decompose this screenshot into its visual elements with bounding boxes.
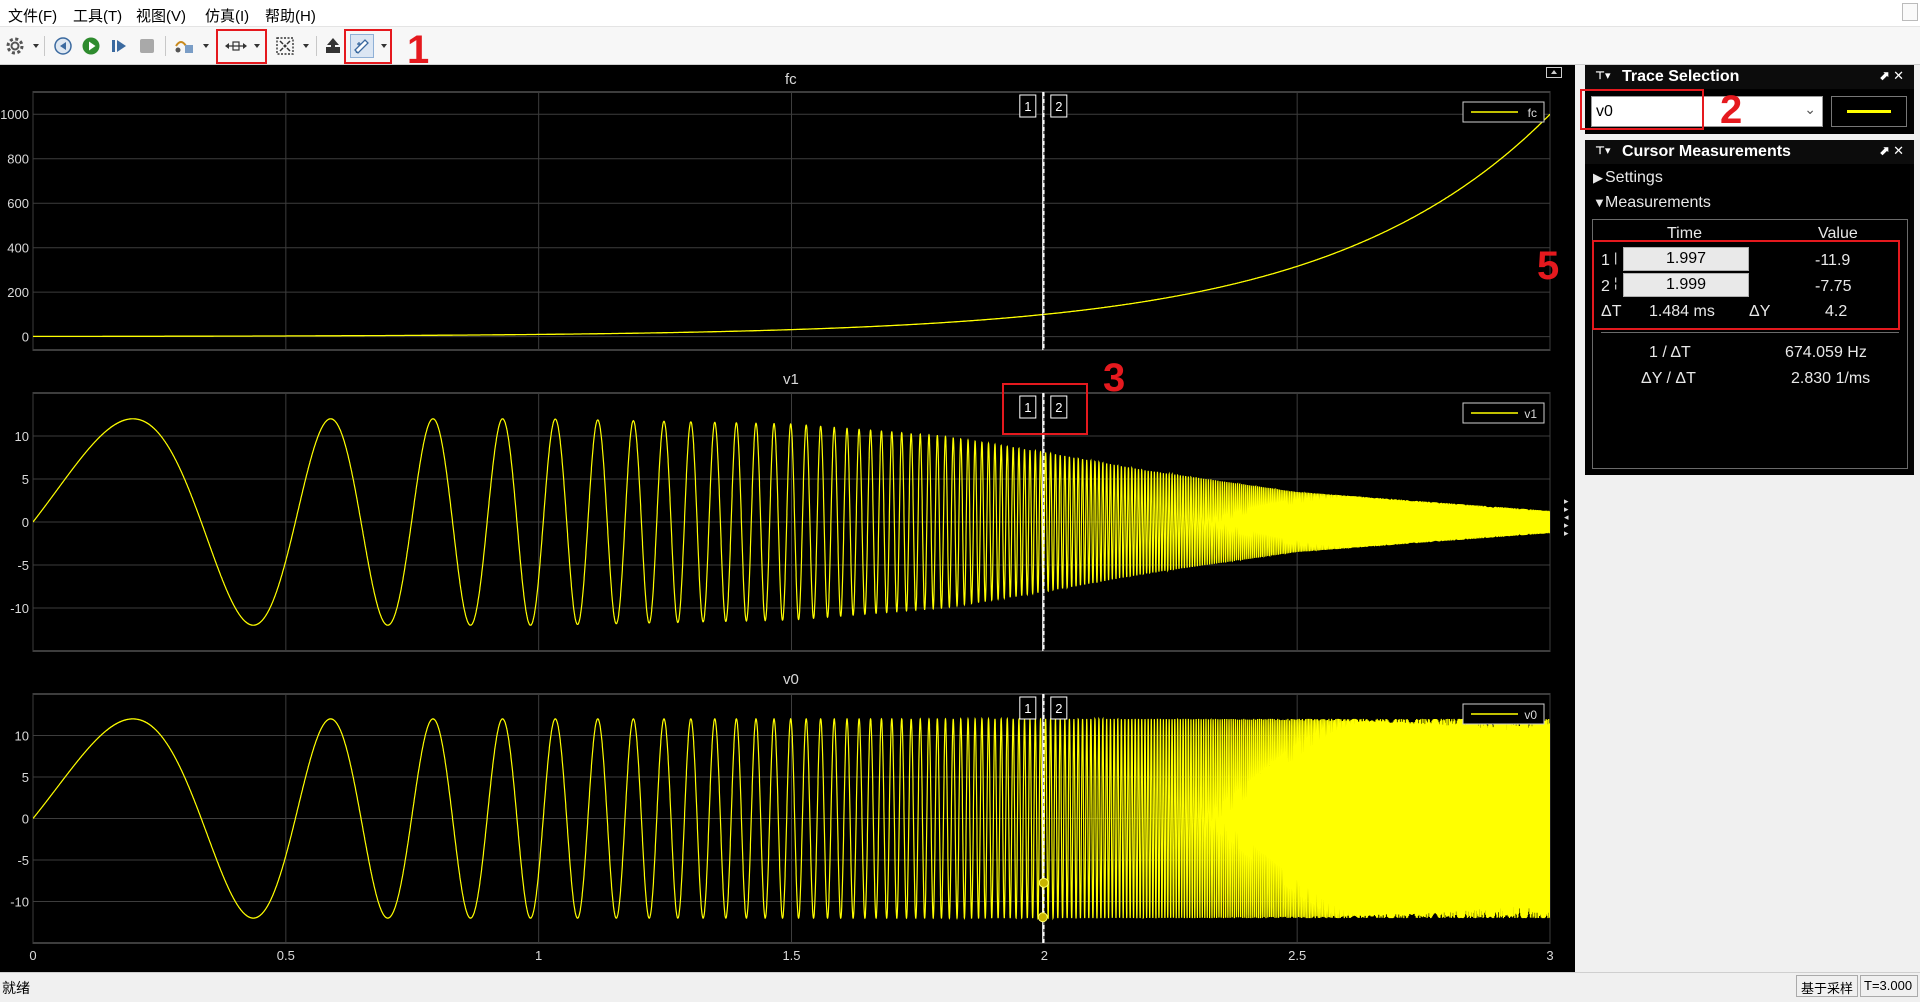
restore-icon[interactable] bbox=[322, 35, 344, 57]
pin-icon[interactable]: ⊤▾ bbox=[1595, 69, 1611, 82]
annotation-box-2 bbox=[1580, 89, 1704, 130]
annotation-label-5: 5 bbox=[1537, 244, 1560, 288]
y-tick-label: 400 bbox=[7, 241, 29, 256]
measurements-expander-icon[interactable]: ▼ bbox=[1593, 195, 1606, 210]
menu-tools[interactable]: 工具(T) bbox=[73, 5, 122, 26]
fit-dropdown-icon[interactable] bbox=[303, 44, 309, 48]
cursor-point-marker bbox=[1037, 912, 1048, 923]
trace-selection-title: Trace Selection bbox=[1622, 68, 1740, 85]
toolbar bbox=[0, 27, 1920, 65]
x-tick-label: 1.5 bbox=[782, 948, 800, 963]
y-tick-label: 5 bbox=[22, 472, 29, 487]
menu-view[interactable]: 视图(V) bbox=[136, 5, 186, 26]
y-tick-label: -5 bbox=[17, 853, 29, 868]
axes-title-v0: v0 bbox=[783, 671, 799, 688]
highlight-icon[interactable] bbox=[172, 35, 196, 57]
trace-selection-header: ⊤▾ Trace Selection ⬈ ✕ bbox=[1585, 65, 1914, 89]
x-tick-label: 1 bbox=[535, 948, 542, 963]
slope-value: 2.830 1/ms bbox=[1791, 370, 1871, 387]
scope-plots-canvas[interactable]: 020040060080010001 2 fc -10-505101 2 v1 -10-… bbox=[0, 65, 1575, 972]
fit-icon[interactable] bbox=[273, 35, 297, 57]
y-tick-label: 1000 bbox=[0, 107, 29, 122]
menu-help[interactable]: 帮助(H) bbox=[265, 5, 316, 26]
menu-bar: 文件(F) 工具(T) 视图(V) 仿真(I) 帮助(H) bbox=[0, 0, 1920, 27]
cursor-2-label: 2 bbox=[1055, 99, 1062, 114]
y-tick-label: -5 bbox=[17, 558, 29, 573]
y-tick-label: 0 bbox=[22, 515, 29, 530]
menu-simulation[interactable]: 仿真(I) bbox=[205, 5, 249, 26]
y-tick-label: 0 bbox=[22, 330, 29, 345]
annotation-box-1 bbox=[344, 29, 392, 64]
axes-title-fc: fc bbox=[785, 71, 797, 88]
annotation-box-5 bbox=[1592, 240, 1900, 330]
x-tick-label: 0 bbox=[29, 948, 36, 963]
cursor-1-label: 1 bbox=[1024, 701, 1031, 716]
status-bar: 就绪 基于采样 T=3.000 bbox=[0, 972, 1920, 1002]
cursor-point-marker bbox=[1038, 877, 1049, 888]
y-tick-label: 600 bbox=[7, 196, 29, 211]
inverse-delta-t-label: 1 / ΔT bbox=[1649, 344, 1691, 361]
axes-title-v1: v1 bbox=[783, 371, 799, 388]
run-icon[interactable] bbox=[80, 35, 102, 57]
x-tick-label: 2.5 bbox=[1288, 948, 1306, 963]
sample-mode-indicator: 基于采样 bbox=[1796, 975, 1858, 997]
annotation-label-1: 1 bbox=[407, 28, 430, 72]
step-forward-icon[interactable] bbox=[108, 35, 130, 57]
cursor-measurements-controls[interactable]: ⬈ ✕ bbox=[1879, 143, 1904, 159]
undock-icon[interactable] bbox=[1546, 67, 1562, 78]
slope-label: ΔY / ΔT bbox=[1641, 370, 1696, 387]
cursor-measurements-header: ⊤▾ Cursor Measurements ⬈ ✕ bbox=[1585, 140, 1914, 164]
toolbar-separator bbox=[316, 36, 317, 56]
stop-icon[interactable] bbox=[136, 35, 158, 57]
inverse-delta-t-value: 674.059 Hz bbox=[1785, 344, 1867, 361]
status-text: 就绪 bbox=[2, 980, 30, 996]
y-tick-label: 800 bbox=[7, 152, 29, 167]
legend-label-fc: fc bbox=[1528, 106, 1537, 120]
y-tick-label: 0 bbox=[22, 812, 29, 827]
y-tick-label: 10 bbox=[15, 429, 29, 444]
gear-dropdown-icon[interactable] bbox=[33, 44, 39, 48]
sim-time-text: T=3.000 bbox=[1864, 978, 1913, 993]
y-tick-label: -10 bbox=[10, 895, 29, 910]
x-tick-label: 3 bbox=[1546, 948, 1553, 963]
sim-time-indicator: T=3.000 bbox=[1860, 975, 1918, 997]
settings-section[interactable]: Settings bbox=[1605, 169, 1663, 187]
y-tick-label: -10 bbox=[10, 601, 29, 616]
annotation-label-2: 2 bbox=[1720, 88, 1743, 132]
annotation-box-3 bbox=[1002, 383, 1088, 435]
cursor-1-label: 1 bbox=[1024, 99, 1031, 114]
sample-mode-text: 基于采样 bbox=[1801, 981, 1854, 996]
cursor-2-label: 2 bbox=[1055, 701, 1062, 716]
x-tick-label: 0.5 bbox=[277, 948, 295, 963]
table-divider bbox=[1601, 332, 1899, 333]
menu-file[interactable]: 文件(F) bbox=[8, 5, 57, 26]
legend-label-v0: v0 bbox=[1524, 708, 1537, 722]
splitter-handle-icon[interactable]: ▸ ▸ ◂ ▸ ▸ bbox=[1564, 497, 1569, 538]
y-tick-label: 200 bbox=[7, 285, 29, 300]
chevron-down-icon[interactable]: ⌄ bbox=[1804, 101, 1816, 118]
pin-icon[interactable]: ⊤▾ bbox=[1595, 144, 1611, 157]
legend-label-v1: v1 bbox=[1524, 407, 1537, 421]
scope-display: 0 200 400 600 800 1000 1 2 fc -10 -5 0 5 10 1 2 v1 -10-… bbox=[0, 65, 1575, 972]
right-panel: ⊤▾ Trace Selection ⬈ ✕ v0 ⌄ ⊤▾ Cursor Me… bbox=[1575, 65, 1920, 972]
window-resize-handle[interactable] bbox=[1902, 3, 1918, 21]
x-tick-label: 2 bbox=[1041, 948, 1048, 963]
highlight-dropdown-icon[interactable] bbox=[203, 44, 209, 48]
gear-icon[interactable] bbox=[4, 35, 26, 57]
annotation-box-4 bbox=[216, 29, 267, 64]
measurements-section[interactable]: Measurements bbox=[1605, 194, 1711, 212]
y-tick-label: 10 bbox=[15, 729, 29, 744]
trace-color-swatch[interactable] bbox=[1831, 96, 1907, 127]
step-back-icon[interactable] bbox=[52, 35, 74, 57]
trace-selection-controls[interactable]: ⬈ ✕ bbox=[1879, 68, 1904, 84]
cursor-measurements-title: Cursor Measurements bbox=[1622, 143, 1791, 160]
annotation-label-3: 3 bbox=[1103, 356, 1126, 400]
y-tick-label: 5 bbox=[22, 770, 29, 785]
toolbar-separator bbox=[44, 36, 45, 56]
toolbar-separator bbox=[165, 36, 166, 56]
settings-expander-icon[interactable]: ▶ bbox=[1593, 170, 1603, 186]
